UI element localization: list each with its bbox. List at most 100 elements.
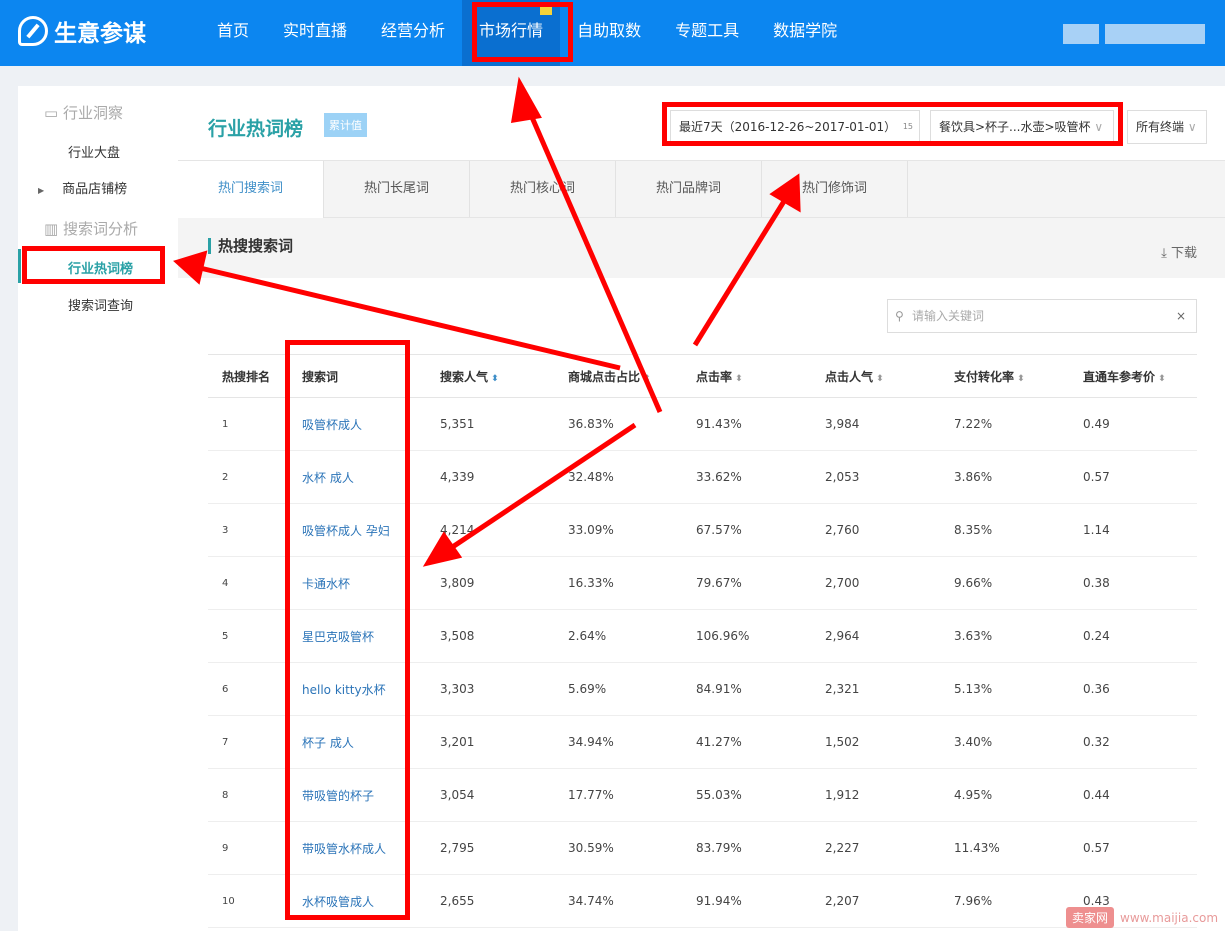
cell: 91.94% [682,874,811,928]
annotation-box-filters [662,102,1123,146]
cell: 2,795 [426,821,554,875]
user-info[interactable] [1063,24,1205,44]
cell: 91.43% [682,397,811,451]
tab-bar: 热门搜索词 热门长尾词 热门核心词 热门品牌词 热门修饰词 [178,160,1225,219]
terminal-filter[interactable]: 所有终端 ∨ [1127,110,1207,144]
cell: 17.77% [554,768,682,822]
cell: 2,700 [811,556,940,610]
cell: 3,508 [426,609,554,663]
column-header[interactable]: 搜索人气 ⬍ [426,354,554,398]
cumulative-tag: 累计值 [324,113,367,137]
cell: 0.24 [1069,609,1197,663]
cell: 1.14 [1069,503,1197,557]
sidebar-item-shop-rank[interactable]: ▶ 商品店铺榜 [38,178,127,197]
cell: 5.13% [940,662,1069,716]
cell: 3.86% [940,450,1069,504]
nav-item[interactable]: 自助取数 [560,0,658,66]
download-icon: ⤓ [1161,246,1167,261]
compass-icon [18,16,48,46]
cell: 5,351 [426,397,554,451]
tab[interactable]: 热门核心词 [470,161,616,217]
cell: 30.59% [554,821,682,875]
nav-item[interactable]: 经营分析 [364,0,462,66]
logo[interactable]: 生意参谋 [18,14,146,48]
cell: 106.96% [682,609,811,663]
keyword-search-input[interactable]: ⚲ 请输入关键词 × [887,299,1197,333]
column-header[interactable]: 直通车参考价 ⬍ [1069,354,1197,398]
cell: 33.62% [682,450,811,504]
annotation-box-market [472,2,573,62]
nav-item[interactable]: 数据学院 [756,0,854,66]
download-button[interactable]: ⤓ 下载 [1161,242,1197,261]
cell: 1,502 [811,715,940,769]
nav-item[interactable]: 首页 [200,0,266,66]
page-title: 行业热词榜 [208,118,304,140]
cell: 3,303 [426,662,554,716]
search-icon: ⚲ [895,309,904,323]
annotation-box-keywords [285,340,410,920]
cell: 4 [208,556,288,610]
cell: 3.63% [940,609,1069,663]
section-title: 热搜搜索词 [208,238,293,254]
cell: 0.57 [1069,450,1197,504]
cell: 8 [208,768,288,822]
nav-item[interactable]: 实时直播 [266,0,364,66]
nav-item[interactable]: 专题工具 [658,0,756,66]
sort-icon[interactable]: ⬍ [1014,374,1025,384]
column-header[interactable]: 商城点击占比 ⬍ [554,354,682,398]
cell: 3 [208,503,288,557]
cell: 5.69% [554,662,682,716]
cell: 0.38 [1069,556,1197,610]
cell: 1 [208,397,288,451]
cell: 84.91% [682,662,811,716]
cell: 34.94% [554,715,682,769]
column-header: 热搜排名 [208,354,288,398]
column-header[interactable]: 支付转化率 ⬍ [940,354,1069,398]
cell: 33.09% [554,503,682,557]
cell: 3.40% [940,715,1069,769]
cell: 0.36 [1069,662,1197,716]
tab[interactable]: 热门品牌词 [616,161,762,217]
sidebar-group-industry: ▭ 行业洞察 [44,104,123,122]
cell: 2,053 [811,450,940,504]
sidebar-item-industry-overview[interactable]: 行业大盘 [68,142,120,161]
sort-icon[interactable]: ⬍ [640,374,651,384]
tab[interactable]: 热门长尾词 [324,161,470,217]
cell: 0.49 [1069,397,1197,451]
cell: 0.44 [1069,768,1197,822]
sidebar: ▭ 行业洞察 行业大盘 ▶ 商品店铺榜 ▥ 搜索词分析 行业热词榜 搜索词查询 [18,86,178,931]
cell: 7.96% [940,874,1069,928]
cell: 2,321 [811,662,940,716]
cell: 83.79% [682,821,811,875]
section-header: 热搜搜索词 ⤓ 下载 [178,218,1225,278]
sidebar-item-search-query[interactable]: 搜索词查询 [68,295,133,314]
cell: 41.27% [682,715,811,769]
tab[interactable]: 热门修饰词 [762,161,908,217]
column-header[interactable]: 点击率 ⬍ [682,354,811,398]
cell: 55.03% [682,768,811,822]
cell: 10 [208,874,288,928]
tab[interactable]: 热门搜索词 [178,161,324,219]
cell: 3,984 [811,397,940,451]
cell: 9.66% [940,556,1069,610]
cell: 0.57 [1069,821,1197,875]
sort-icon[interactable]: ⬍ [732,374,743,384]
watermark: 卖家网 www.maijia.com [1066,907,1218,928]
sidebar-group-search: ▥ 搜索词分析 [44,220,138,238]
sort-icon[interactable]: ⬍ [1155,374,1166,384]
caret-right-icon: ▶ [38,186,45,195]
cell: 67.57% [682,503,811,557]
cell: 1,912 [811,768,940,822]
cell: 34.74% [554,874,682,928]
cell: 3,054 [426,768,554,822]
sort-icon[interactable]: ⬍ [873,374,884,384]
cell: 2,655 [426,874,554,928]
sort-icon[interactable]: ⬍ [488,374,499,384]
cell: 2,760 [811,503,940,557]
column-header[interactable]: 点击人气 ⬍ [811,354,940,398]
cell: 16.33% [554,556,682,610]
cell: 6 [208,662,288,716]
cell: 11.43% [940,821,1069,875]
cell: 5 [208,609,288,663]
cell: 2,964 [811,609,940,663]
